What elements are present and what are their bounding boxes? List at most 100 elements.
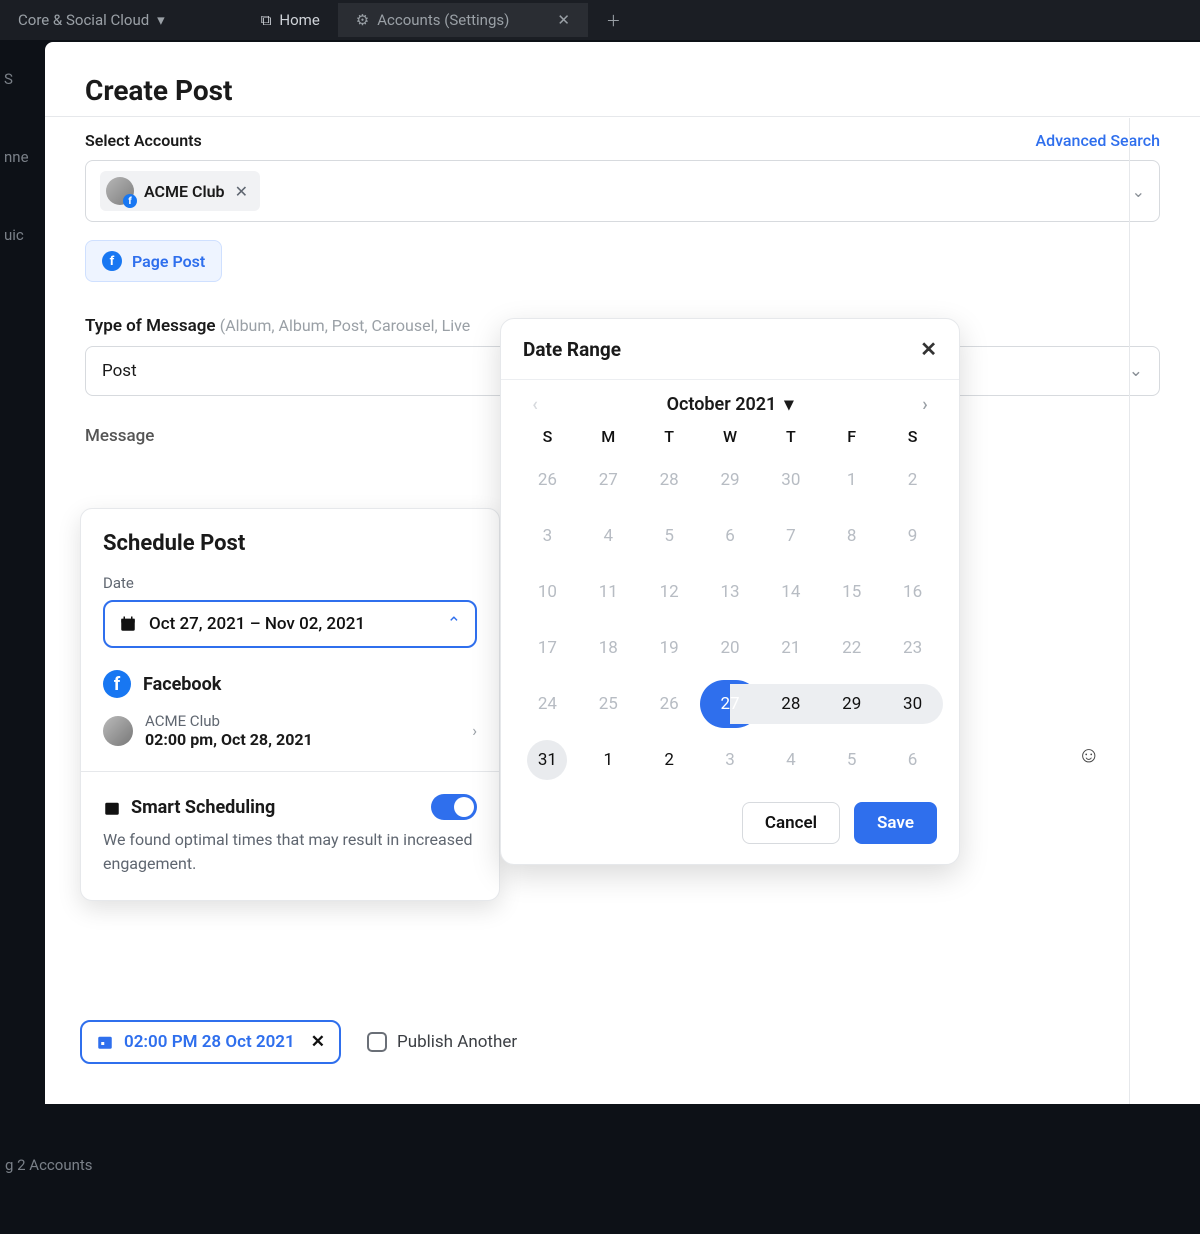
calendar-day[interactable]: 26 (639, 680, 700, 728)
account-chip-label: ACME Club (144, 182, 225, 201)
calendar-day[interactable]: 15 (821, 568, 882, 616)
vertical-divider (1129, 118, 1130, 1104)
new-tab-button[interactable]: ＋ (588, 2, 639, 39)
emoji-picker-icon[interactable]: ☺ (1078, 742, 1100, 768)
calendar-day[interactable]: 20 (700, 624, 761, 672)
chevron-down-icon[interactable]: ⌄ (1132, 182, 1145, 201)
facebook-icon: f (102, 251, 122, 271)
calendar-day[interactable]: 10 (517, 568, 578, 616)
next-month-button[interactable]: › (913, 394, 937, 415)
calendar-day[interactable]: 3 (517, 512, 578, 560)
scheduled-time-chip[interactable]: 02:00 PM 28 Oct 2021 ✕ (80, 1020, 341, 1064)
calendar-day[interactable]: 9 (882, 512, 943, 560)
divider (45, 116, 1200, 117)
calendar-day[interactable]: 27 (578, 456, 639, 504)
calendar-icon (96, 1033, 114, 1051)
calendar-day[interactable]: 8 (821, 512, 882, 560)
calendar-day[interactable]: 6 (882, 736, 943, 784)
divider (81, 771, 499, 772)
page-post-chip[interactable]: f Page Post (85, 240, 222, 282)
facebook-icon: f (103, 670, 131, 698)
schedule-account-row[interactable]: ACME Club 02:00 pm, Oct 28, 2021 › (103, 712, 477, 749)
calendar-day[interactable]: 18 (578, 624, 639, 672)
page-title: Create Post (85, 74, 1160, 107)
scheduled-time-text: 02:00 PM 28 Oct 2021 (124, 1032, 295, 1052)
publish-another-checkbox[interactable] (367, 1032, 387, 1052)
page-post-label: Page Post (132, 252, 205, 271)
smart-scheduling-label: Smart Scheduling (131, 797, 275, 818)
calendar-day[interactable]: 30 (882, 684, 943, 724)
calendar-day[interactable]: 12 (639, 568, 700, 616)
calendar-day[interactable]: 22 (821, 624, 882, 672)
gear-icon: ⚙ (356, 11, 369, 29)
calendar-day[interactable]: 16 (882, 568, 943, 616)
calendar-day[interactable]: 4 (760, 736, 821, 784)
save-button[interactable]: Save (854, 802, 937, 844)
date-range-title: Date Range (523, 338, 621, 361)
caret-down-icon: ▾ (784, 394, 793, 415)
advanced-search-link[interactable]: Advanced Search (1035, 131, 1160, 150)
calendar-day[interactable]: 3 (700, 736, 761, 784)
month-label: October 2021 (667, 394, 777, 415)
background-sidebar: S nne uic (0, 40, 40, 1234)
background-topbar: Core & Social Cloud ▾ ⧉ Home ⚙ Accounts … (0, 0, 1200, 40)
calendar-day[interactable]: 17 (517, 624, 578, 672)
home-icon: ⧉ (261, 11, 272, 29)
calendar-day[interactable]: 1 (821, 456, 882, 504)
calendar-day[interactable]: 30 (760, 456, 821, 504)
calendar-day[interactable]: 2 (882, 456, 943, 504)
date-range-text: Oct 27, 2021 – Nov 02, 2021 (149, 614, 365, 634)
publish-another-row[interactable]: Publish Another (367, 1032, 517, 1052)
close-icon[interactable]: ✕ (920, 337, 937, 361)
publish-another-label: Publish Another (397, 1032, 517, 1052)
date-range-button[interactable]: Oct 27, 2021 – Nov 02, 2021 ⌃ (103, 600, 477, 648)
month-picker[interactable]: October 2021 ▾ (667, 394, 794, 415)
prev-month-button[interactable]: ‹ (523, 394, 547, 415)
schedule-network-label: Facebook (143, 674, 221, 695)
tab-home-label: Home (279, 11, 319, 29)
calendar-day[interactable]: 24 (517, 680, 578, 728)
accounts-selector[interactable]: ACME Club ✕ ⌄ (85, 160, 1160, 222)
calendar-day[interactable]: 29 (821, 684, 882, 724)
schedule-account-time: 02:00 pm, Oct 28, 2021 (145, 730, 313, 749)
close-tab-icon[interactable]: ✕ (557, 11, 570, 29)
schedule-post-card: Schedule Post Date Oct 27, 2021 – Nov 02… (80, 508, 500, 901)
calendar-week: 3456789 (501, 508, 959, 564)
calendar-day[interactable]: 11 (578, 568, 639, 616)
avatar (106, 177, 134, 205)
cancel-button[interactable]: Cancel (742, 802, 840, 844)
workspace-name: Core & Social Cloud (18, 11, 149, 29)
calendar-day[interactable]: 2 (639, 736, 700, 784)
chevron-down-icon: ⌄ (1129, 361, 1143, 381)
calendar-day[interactable]: 29 (700, 456, 761, 504)
calendar-day[interactable]: 1 (578, 736, 639, 784)
calendar-day[interactable]: 13 (700, 568, 761, 616)
calendar-day[interactable]: 27 (700, 680, 761, 728)
tab-home[interactable]: ⧉ Home (243, 3, 338, 37)
calendar-day[interactable]: 25 (578, 680, 639, 728)
calendar-weekday-row: SM TW TF S (501, 421, 959, 452)
calendar-day[interactable]: 5 (639, 512, 700, 560)
calendar-day[interactable]: 28 (639, 456, 700, 504)
smart-scheduling-toggle[interactable] (431, 794, 477, 820)
bottom-schedule-row: 02:00 PM 28 Oct 2021 ✕ Publish Another (80, 1020, 517, 1064)
calendar-day[interactable]: 21 (760, 624, 821, 672)
calendar-day[interactable]: 6 (700, 512, 761, 560)
calendar-day[interactable]: 14 (760, 568, 821, 616)
calendar-icon (103, 797, 121, 818)
calendar-day[interactable]: 26 (517, 456, 578, 504)
schedule-date-label: Date (103, 574, 477, 592)
calendar-week: 10111213141516 (501, 564, 959, 620)
calendar-day[interactable]: 31 (517, 736, 578, 784)
tab-accounts[interactable]: ⚙ Accounts (Settings) ✕ (338, 3, 588, 37)
calendar-day[interactable]: 5 (821, 736, 882, 784)
chevron-down-icon: ▾ (157, 11, 165, 29)
schedule-network-row: f Facebook (103, 670, 477, 698)
calendar-day[interactable]: 7 (760, 512, 821, 560)
calendar-day[interactable]: 19 (639, 624, 700, 672)
remove-account-icon[interactable]: ✕ (235, 182, 248, 201)
calendar-day[interactable]: 4 (578, 512, 639, 560)
workspace-switcher[interactable]: Core & Social Cloud ▾ (0, 3, 183, 37)
clear-schedule-icon[interactable]: ✕ (311, 1032, 325, 1052)
calendar-day[interactable]: 23 (882, 624, 943, 672)
